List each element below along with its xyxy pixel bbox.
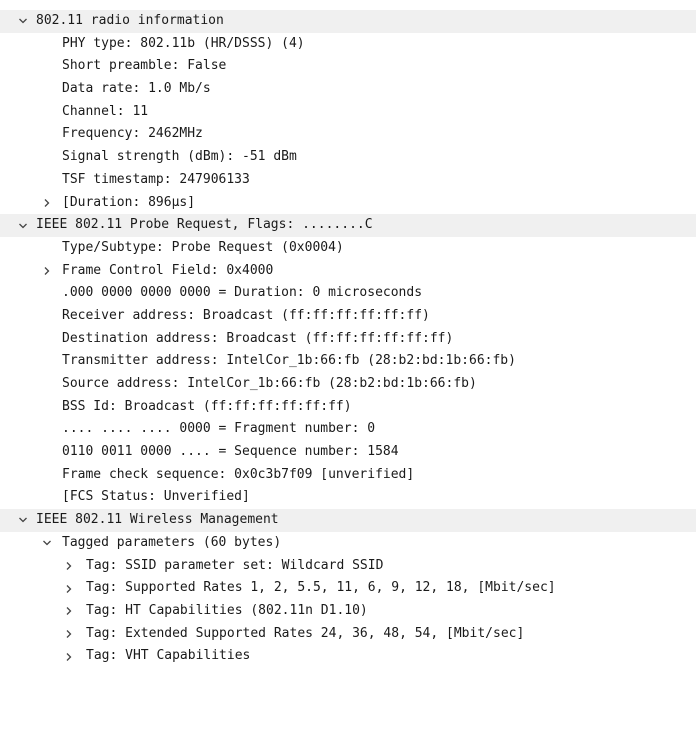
field-label: Frequency: 2462MHz xyxy=(62,126,203,142)
tree-field-sequence-number[interactable]: 0110 0011 0000 .... = Sequence number: 1… xyxy=(0,441,696,464)
tree-node-label: Frame Control Field: 0x4000 xyxy=(62,262,274,278)
tree-node-label: [Duration: 896µs] xyxy=(62,194,196,210)
chevron-right-icon[interactable] xyxy=(40,192,54,215)
field-label: Signal strength (dBm): -51 dBm xyxy=(62,149,297,165)
chevron-right-icon[interactable] xyxy=(40,260,54,283)
field-label: BSS Id: Broadcast (ff:ff:ff:ff:ff:ff) xyxy=(62,398,352,414)
field-label: TSF timestamp: 247906133 xyxy=(62,171,250,187)
chevron-right-icon[interactable] xyxy=(62,555,76,578)
chevron-down-icon[interactable] xyxy=(16,509,30,532)
tree-node-probe-request[interactable]: IEEE 802.11 Probe Request, Flags: ......… xyxy=(0,214,696,237)
tree-field-bss-id[interactable]: BSS Id: Broadcast (ff:ff:ff:ff:ff:ff) xyxy=(0,396,696,419)
chevron-down-icon[interactable] xyxy=(16,10,30,33)
tree-field-channel[interactable]: Channel: 11 xyxy=(0,101,696,124)
chevron-down-icon[interactable] xyxy=(40,532,54,555)
field-label: Short preamble: False xyxy=(62,58,227,74)
tree-node-label: IEEE 802.11 Probe Request, Flags: ......… xyxy=(36,217,373,233)
tree-node-wireless-management[interactable]: IEEE 802.11 Wireless Management xyxy=(0,509,696,532)
tree-field-fcs-status[interactable]: [FCS Status: Unverified] xyxy=(0,486,696,509)
tree-field-frequency[interactable]: Frequency: 2462MHz xyxy=(0,123,696,146)
tree-node-tag-vht-capabilities[interactable]: Tag: VHT Capabilities xyxy=(0,645,696,668)
chevron-down-icon[interactable] xyxy=(16,214,30,237)
field-label: Source address: IntelCor_1b:66:fb (28:b2… xyxy=(62,376,477,391)
chevron-right-icon[interactable] xyxy=(62,577,76,600)
tree-field-source-address[interactable]: Source address: IntelCor_1b:66:fb (28:b2… xyxy=(0,373,696,396)
packet-details-tree: 802.11 radio information PHY type: 802.1… xyxy=(0,10,696,668)
field-label: Type/Subtype: Probe Request (0x0004) xyxy=(62,239,344,255)
tree-node-label: IEEE 802.11 Wireless Management xyxy=(36,512,279,528)
tree-node-label: Tagged parameters (60 bytes) xyxy=(62,534,282,550)
field-label: Channel: 11 xyxy=(62,103,149,119)
tree-node-radio-information[interactable]: 802.11 radio information xyxy=(0,10,696,33)
field-label: Data rate: 1.0 Mb/s xyxy=(62,81,211,97)
field-label: .... .... .... 0000 = Fragment number: 0 xyxy=(62,421,376,437)
tree-node-label: Tag: VHT Capabilities xyxy=(86,648,251,664)
tree-field-receiver-address[interactable]: Receiver address: Broadcast (ff:ff:ff:ff… xyxy=(0,305,696,328)
tree-node-label: 802.11 radio information xyxy=(36,13,224,28)
tree-field-signal-strength[interactable]: Signal strength (dBm): -51 dBm xyxy=(0,146,696,169)
field-label: Receiver address: Broadcast (ff:ff:ff:ff… xyxy=(62,307,430,323)
field-label: Destination address: Broadcast (ff:ff:ff… xyxy=(62,330,454,346)
field-label: Frame check sequence: 0x0c3b7f09 [unveri… xyxy=(62,466,415,482)
field-label: 0110 0011 0000 .... = Sequence number: 1… xyxy=(62,444,399,460)
chevron-right-icon[interactable] xyxy=(62,645,76,668)
chevron-right-icon[interactable] xyxy=(62,600,76,623)
tree-node-duration[interactable]: [Duration: 896µs] xyxy=(0,192,696,215)
tree-node-tag-extended-rates[interactable]: Tag: Extended Supported Rates 24, 36, 48… xyxy=(0,623,696,646)
tree-node-frame-control[interactable]: Frame Control Field: 0x4000 xyxy=(0,260,696,283)
tree-field-destination-address[interactable]: Destination address: Broadcast (ff:ff:ff… xyxy=(0,328,696,351)
tree-node-tag-ssid[interactable]: Tag: SSID parameter set: Wildcard SSID xyxy=(0,555,696,578)
tree-node-tagged-parameters[interactable]: Tagged parameters (60 bytes) xyxy=(0,532,696,555)
tree-node-label: Tag: SSID parameter set: Wildcard SSID xyxy=(86,557,384,573)
tree-node-tag-supported-rates[interactable]: Tag: Supported Rates 1, 2, 5.5, 11, 6, 9… xyxy=(0,577,696,600)
tree-field-type-subtype[interactable]: Type/Subtype: Probe Request (0x0004) xyxy=(0,237,696,260)
tree-field-short-preamble[interactable]: Short preamble: False xyxy=(0,55,696,78)
tree-field-duration-bits[interactable]: .000 0000 0000 0000 = Duration: 0 micros… xyxy=(0,282,696,305)
tree-field-phy-type[interactable]: PHY type: 802.11b (HR/DSSS) (4) xyxy=(0,33,696,56)
tree-field-tsf-timestamp[interactable]: TSF timestamp: 247906133 xyxy=(0,169,696,192)
tree-field-data-rate[interactable]: Data rate: 1.0 Mb/s xyxy=(0,78,696,101)
field-label: .000 0000 0000 0000 = Duration: 0 micros… xyxy=(62,285,423,301)
field-label: PHY type: 802.11b (HR/DSSS) (4) xyxy=(62,35,305,51)
tree-field-transmitter-address[interactable]: Transmitter address: IntelCor_1b:66:fb (… xyxy=(0,350,696,373)
field-label: [FCS Status: Unverified] xyxy=(62,489,250,505)
tree-node-label: Tag: HT Capabilities (802.11n D1.10) xyxy=(86,602,368,618)
tree-node-tag-ht-capabilities[interactable]: Tag: HT Capabilities (802.11n D1.10) xyxy=(0,600,696,623)
field-label: Transmitter address: IntelCor_1b:66:fb (… xyxy=(62,353,516,369)
tree-field-fragment-number[interactable]: .... .... .... 0000 = Fragment number: 0 xyxy=(0,418,696,441)
tree-field-frame-check-sequence[interactable]: Frame check sequence: 0x0c3b7f09 [unveri… xyxy=(0,464,696,487)
tree-node-label: Tag: Extended Supported Rates 24, 36, 48… xyxy=(86,625,525,641)
tree-node-label: Tag: Supported Rates 1, 2, 5.5, 11, 6, 9… xyxy=(86,580,556,596)
chevron-right-icon[interactable] xyxy=(62,623,76,646)
